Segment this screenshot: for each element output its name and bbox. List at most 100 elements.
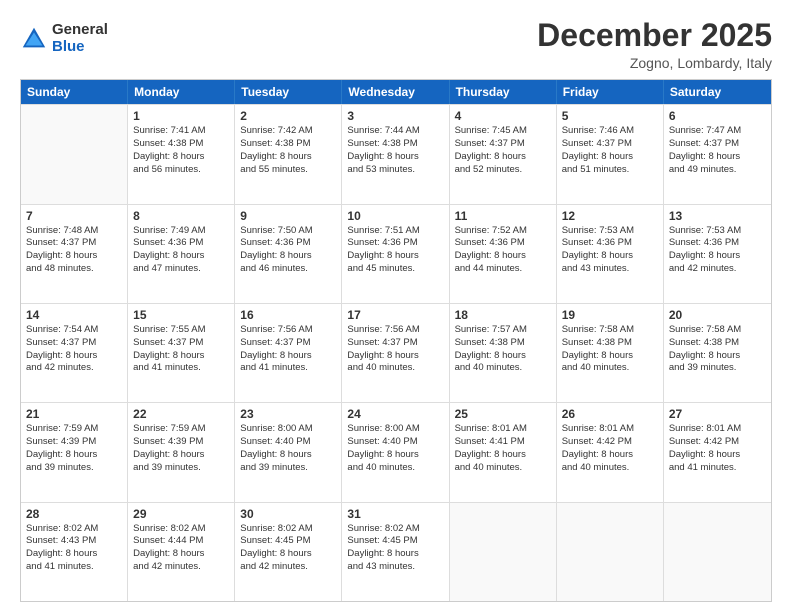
cell-text: Sunrise: 7:47 AMSunset: 4:37 PMDaylight:… [669, 125, 766, 176]
calendar-week-3: 14 Sunrise: 7:54 AMSunset: 4:37 PMDayligh… [21, 303, 771, 402]
empty-cell [21, 105, 128, 203]
day-number: 6 [669, 109, 766, 123]
month-title: December 2025 [537, 18, 772, 53]
day-cell-2: 2 Sunrise: 7:42 AMSunset: 4:38 PMDaylight… [235, 105, 342, 203]
day-number: 13 [669, 209, 766, 223]
day-cell-29: 29 Sunrise: 8:02 AMSunset: 4:44 PMDayligh… [128, 503, 235, 601]
day-cell-16: 16 Sunrise: 7:56 AMSunset: 4:37 PMDayligh… [235, 304, 342, 402]
day-cell-6: 6 Sunrise: 7:47 AMSunset: 4:37 PMDaylight… [664, 105, 771, 203]
day-number: 19 [562, 308, 658, 322]
day-cell-22: 22Sunrise: 7:59 AMSunset: 4:39 PMDayligh… [128, 403, 235, 501]
logo-general: General [52, 22, 108, 39]
header-day-friday: Friday [557, 80, 664, 104]
cell-text: Sunrise: 7:44 AMSunset: 4:38 PMDaylight:… [347, 125, 443, 176]
calendar-week-1: 1 Sunrise: 7:41 AMSunset: 4:38 PMDaylight… [21, 104, 771, 203]
cell-text: Sunrise: 7:52 AMSunset: 4:36 PMDaylight:… [455, 225, 551, 276]
day-number: 2 [240, 109, 336, 123]
cell-text: Sunrise: 8:02 AMSunset: 4:45 PMDaylight:… [347, 523, 443, 574]
cell-text: Sunrise: 7:55 AMSunset: 4:37 PMDaylight:… [133, 324, 229, 375]
day-number: 24 [347, 407, 443, 421]
day-number: 10 [347, 209, 443, 223]
day-cell-24: 24 Sunrise: 8:00 AMSunset: 4:40 PMDayligh… [342, 403, 449, 501]
day-number: 29 [133, 507, 229, 521]
day-cell-23: 23Sunrise: 8:00 AMSunset: 4:40 PMDayligh… [235, 403, 342, 501]
day-number: 27 [669, 407, 766, 421]
day-cell-10: 10 Sunrise: 7:51 AMSunset: 4:36 PMDayligh… [342, 205, 449, 303]
header-day-saturday: Saturday [664, 80, 771, 104]
cell-text: Sunrise: 8:00 AMSunset: 4:40 PMDaylight:… [347, 423, 443, 474]
cell-text: Sunrise: 8:01 AMSunset: 4:42 PMDaylight:… [562, 423, 658, 474]
day-cell-18: 18Sunrise: 7:57 AMSunset: 4:38 PMDayligh… [450, 304, 557, 402]
cell-text: Sunrise: 7:53 AMSunset: 4:36 PMDaylight:… [562, 225, 658, 276]
day-number: 25 [455, 407, 551, 421]
day-cell-20: 20Sunrise: 7:58 AMSunset: 4:38 PMDayligh… [664, 304, 771, 402]
logo: General Blue [20, 22, 108, 55]
header-day-thursday: Thursday [450, 80, 557, 104]
day-cell-11: 11Sunrise: 7:52 AMSunset: 4:36 PMDayligh… [450, 205, 557, 303]
logo-icon [20, 25, 48, 53]
day-cell-5: 5 Sunrise: 7:46 AMSunset: 4:37 PMDaylight… [557, 105, 664, 203]
day-number: 22 [133, 407, 229, 421]
day-number: 17 [347, 308, 443, 322]
cell-text: Sunrise: 7:57 AMSunset: 4:38 PMDaylight:… [455, 324, 551, 375]
title-block: December 2025 Zogno, Lombardy, Italy [537, 18, 772, 71]
day-number: 30 [240, 507, 336, 521]
calendar: SundayMondayTuesdayWednesdayThursdayFrid… [20, 79, 772, 602]
day-number: 20 [669, 308, 766, 322]
day-number: 16 [240, 308, 336, 322]
cell-text: Sunrise: 7:46 AMSunset: 4:37 PMDaylight:… [562, 125, 658, 176]
cell-text: Sunrise: 8:01 AMSunset: 4:42 PMDaylight:… [669, 423, 766, 474]
calendar-header-row: SundayMondayTuesdayWednesdayThursdayFrid… [21, 80, 771, 104]
header-day-monday: Monday [128, 80, 235, 104]
day-cell-17: 17 Sunrise: 7:56 AMSunset: 4:37 PMDayligh… [342, 304, 449, 402]
day-cell-25: 25 Sunrise: 8:01 AMSunset: 4:41 PMDayligh… [450, 403, 557, 501]
cell-text: Sunrise: 7:56 AMSunset: 4:37 PMDaylight:… [240, 324, 336, 375]
cell-text: Sunrise: 8:00 AMSunset: 4:40 PMDaylight:… [240, 423, 336, 474]
day-cell-15: 15Sunrise: 7:55 AMSunset: 4:37 PMDayligh… [128, 304, 235, 402]
day-cell-31: 31 Sunrise: 8:02 AMSunset: 4:45 PMDayligh… [342, 503, 449, 601]
day-number: 14 [26, 308, 122, 322]
cell-text: Sunrise: 7:45 AMSunset: 4:37 PMDaylight:… [455, 125, 551, 176]
day-cell-26: 26 Sunrise: 8:01 AMSunset: 4:42 PMDayligh… [557, 403, 664, 501]
day-cell-30: 30 Sunrise: 8:02 AMSunset: 4:45 PMDayligh… [235, 503, 342, 601]
cell-text: Sunrise: 7:51 AMSunset: 4:36 PMDaylight:… [347, 225, 443, 276]
day-number: 31 [347, 507, 443, 521]
day-cell-3: 3 Sunrise: 7:44 AMSunset: 4:38 PMDaylight… [342, 105, 449, 203]
day-number: 28 [26, 507, 122, 521]
cell-text: Sunrise: 7:42 AMSunset: 4:38 PMDaylight:… [240, 125, 336, 176]
cell-text: Sunrise: 7:56 AMSunset: 4:37 PMDaylight:… [347, 324, 443, 375]
cell-text: Sunrise: 7:50 AMSunset: 4:36 PMDaylight:… [240, 225, 336, 276]
day-cell-13: 13 Sunrise: 7:53 AMSunset: 4:36 PMDayligh… [664, 205, 771, 303]
day-cell-7: 7 Sunrise: 7:48 AMSunset: 4:37 PMDaylight… [21, 205, 128, 303]
day-number: 3 [347, 109, 443, 123]
day-number: 5 [562, 109, 658, 123]
cell-text: Sunrise: 8:02 AMSunset: 4:43 PMDaylight:… [26, 523, 122, 574]
day-number: 21 [26, 407, 122, 421]
day-number: 1 [133, 109, 229, 123]
calendar-week-2: 7 Sunrise: 7:48 AMSunset: 4:37 PMDaylight… [21, 204, 771, 303]
day-number: 12 [562, 209, 658, 223]
cell-text: Sunrise: 7:58 AMSunset: 4:38 PMDaylight:… [562, 324, 658, 375]
day-number: 7 [26, 209, 122, 223]
day-number: 8 [133, 209, 229, 223]
cell-text: Sunrise: 7:53 AMSunset: 4:36 PMDaylight:… [669, 225, 766, 276]
calendar-week-4: 21 Sunrise: 7:59 AMSunset: 4:39 PMDayligh… [21, 402, 771, 501]
day-number: 26 [562, 407, 658, 421]
day-cell-4: 4Sunrise: 7:45 AMSunset: 4:37 PMDaylight… [450, 105, 557, 203]
day-cell-19: 19 Sunrise: 7:58 AMSunset: 4:38 PMDayligh… [557, 304, 664, 402]
calendar-week-5: 28 Sunrise: 8:02 AMSunset: 4:43 PMDayligh… [21, 502, 771, 601]
cell-text: Sunrise: 8:01 AMSunset: 4:41 PMDaylight:… [455, 423, 551, 474]
location: Zogno, Lombardy, Italy [537, 55, 772, 71]
calendar-body: 1 Sunrise: 7:41 AMSunset: 4:38 PMDaylight… [21, 104, 771, 601]
cell-text: Sunrise: 7:48 AMSunset: 4:37 PMDaylight:… [26, 225, 122, 276]
day-cell-14: 14 Sunrise: 7:54 AMSunset: 4:37 PMDayligh… [21, 304, 128, 402]
cell-text: Sunrise: 7:59 AMSunset: 4:39 PMDaylight:… [26, 423, 122, 474]
cell-text: Sunrise: 7:54 AMSunset: 4:37 PMDaylight:… [26, 324, 122, 375]
cell-text: Sunrise: 7:41 AMSunset: 4:38 PMDaylight:… [133, 125, 229, 176]
cell-text: Sunrise: 8:02 AMSunset: 4:45 PMDaylight:… [240, 523, 336, 574]
logo-blue: Blue [52, 39, 108, 56]
empty-cell [450, 503, 557, 601]
header: General Blue December 2025 Zogno, Lombar… [20, 18, 772, 71]
cell-text: Sunrise: 8:02 AMSunset: 4:44 PMDaylight:… [133, 523, 229, 574]
day-cell-28: 28 Sunrise: 8:02 AMSunset: 4:43 PMDayligh… [21, 503, 128, 601]
